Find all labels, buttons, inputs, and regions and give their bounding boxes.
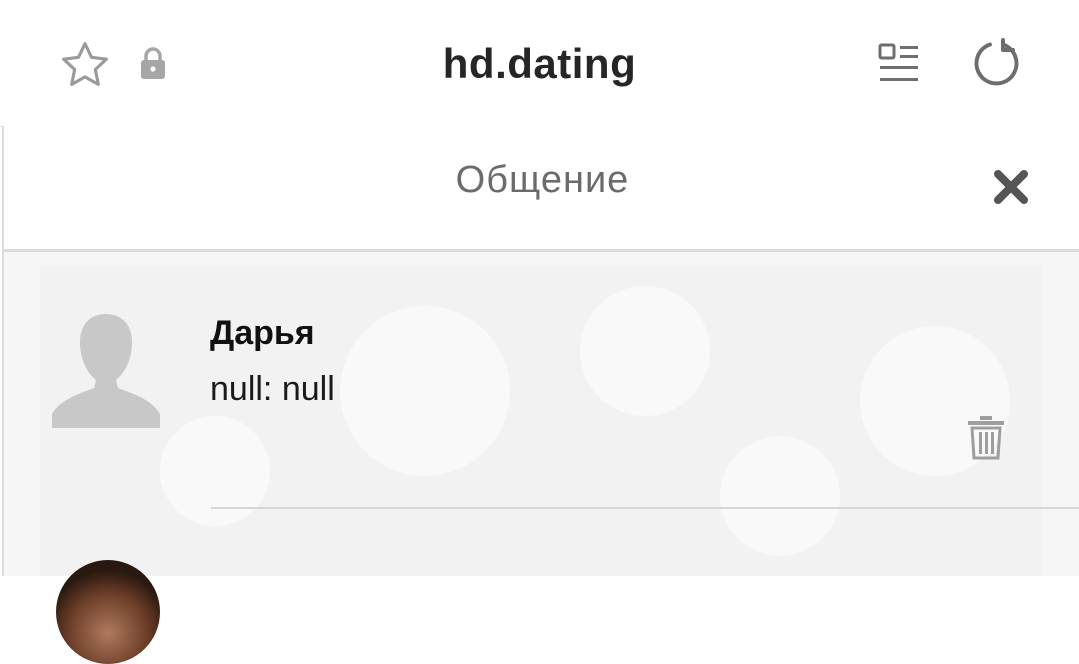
background-image <box>40 266 1042 576</box>
conversation-list <box>4 252 1079 576</box>
conversation-preview: null: null <box>210 370 335 408</box>
conversation-item[interactable]: Дарья null: null <box>0 0 1077 460</box>
list-divider <box>211 507 1079 509</box>
default-avatar-icon <box>48 310 164 437</box>
trash-icon[interactable] <box>966 414 1006 465</box>
conversation-name: Дарья <box>210 314 315 352</box>
